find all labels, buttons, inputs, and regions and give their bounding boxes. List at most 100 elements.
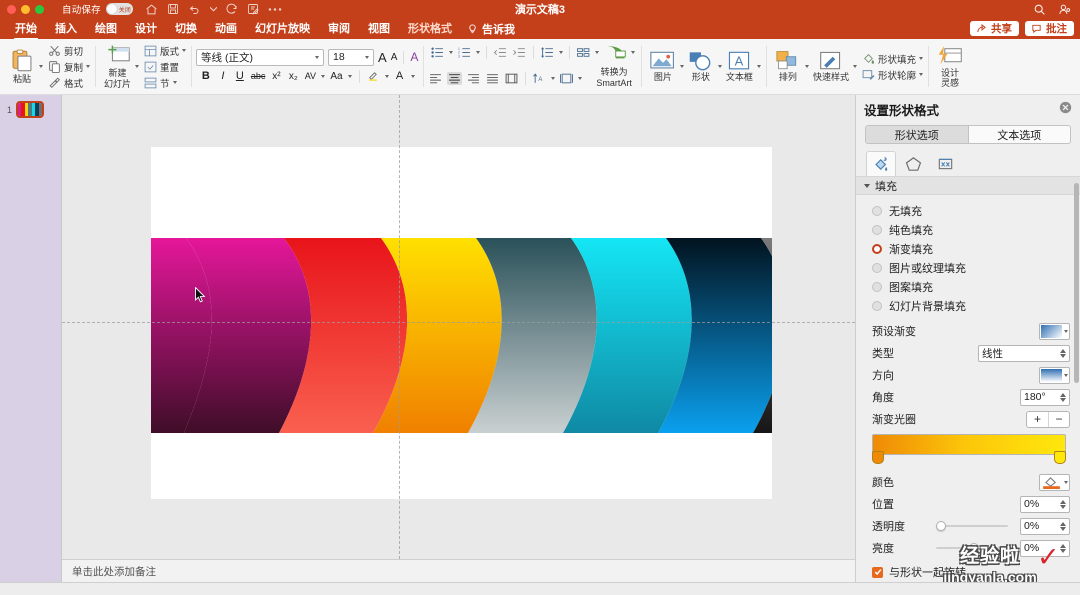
line-spacing-button[interactable] <box>540 46 555 59</box>
tab-draw[interactable]: 绘图 <box>86 18 126 39</box>
comments-button[interactable]: 批注 <box>1025 21 1074 36</box>
font-size-input[interactable]: 18 <box>328 49 374 66</box>
quick-access-toolbar[interactable] <box>145 3 282 16</box>
layout-button[interactable]: 版式 <box>144 44 186 58</box>
print-preview-icon[interactable] <box>247 3 259 15</box>
fill-bucket-icon[interactable] <box>866 151 896 176</box>
increase-font-size-button[interactable]: A <box>378 50 387 65</box>
undo-dropdown-icon[interactable] <box>210 6 217 12</box>
format-painter-button[interactable]: 格式 <box>48 76 90 90</box>
new-slide-button[interactable]: 新建 幻灯片 <box>100 42 135 91</box>
gradient-angle-input[interactable]: 180° <box>1020 389 1070 406</box>
home-icon[interactable] <box>145 3 158 16</box>
pane-scrollbar[interactable] <box>1074 183 1079 383</box>
picture-button[interactable]: 图片 <box>646 48 680 84</box>
font-color-dropdown-icon[interactable] <box>411 75 415 78</box>
title-bar-right-icons[interactable] <box>1033 0 1072 18</box>
copy-button[interactable]: 复制 <box>48 60 90 74</box>
slide-canvas[interactable] <box>151 147 772 499</box>
fill-options-group[interactable]: 无填充 纯色填充 渐变填充 图片或纹理填充 图案填充 幻灯片背景填充 <box>856 195 1080 320</box>
shape-fill-dropdown-icon[interactable] <box>919 57 923 60</box>
distribute-button[interactable] <box>504 72 519 85</box>
tab-design[interactable]: 设计 <box>126 18 166 39</box>
brightness-slider[interactable] <box>936 541 1008 555</box>
pane-segmented-control[interactable]: 形状选项 文本选项 <box>865 125 1071 144</box>
gradient-angle-stepper-icon[interactable] <box>1060 393 1066 402</box>
character-spacing-dropdown-icon[interactable] <box>321 75 325 78</box>
shapes-button[interactable]: 形状 <box>684 48 718 84</box>
tab-view[interactable]: 视图 <box>359 18 399 39</box>
wavy-ribbons-graphic[interactable] <box>151 147 772 499</box>
align-text-button[interactable] <box>559 72 574 85</box>
radio-slide-background-fill[interactable]: 幻灯片背景填充 <box>856 296 1080 315</box>
highlight-dropdown-icon[interactable] <box>385 75 389 78</box>
gradient-stop-controls[interactable]: + − <box>1026 411 1070 428</box>
fill-section-header[interactable]: 填充 <box>856 176 1080 195</box>
gradient-stop-handle-end[interactable] <box>1054 451 1066 464</box>
autosave-toggle[interactable]: 关闭 <box>106 3 133 15</box>
transparency-slider-knob[interactable] <box>936 521 946 531</box>
tab-text-options[interactable]: 文本选项 <box>968 126 1071 143</box>
notes-pane[interactable]: 单击此处添加备注 <box>62 559 855 582</box>
italic-button[interactable]: I <box>217 70 229 83</box>
reset-button[interactable]: 重置 <box>144 60 186 74</box>
design-ideas-button[interactable]: 设计 灵感 <box>933 43 967 91</box>
gradient-stop-handle-start[interactable] <box>872 451 884 464</box>
minimize-window-button[interactable] <box>21 5 30 14</box>
save-icon[interactable] <box>167 3 179 15</box>
tab-slideshow[interactable]: 幻灯片放映 <box>246 18 319 39</box>
radio-pattern-fill[interactable]: 图案填充 <box>856 277 1080 296</box>
quick-styles-dropdown-icon[interactable] <box>853 65 857 68</box>
increase-indent-button[interactable] <box>512 46 527 59</box>
radio-no-fill[interactable]: 无填充 <box>856 201 1080 220</box>
new-slide-dropdown-icon[interactable] <box>135 65 139 68</box>
strikethrough-button[interactable]: abc <box>251 70 266 83</box>
bold-button[interactable]: B <box>200 70 212 83</box>
textbox-dropdown-icon[interactable] <box>757 65 761 68</box>
account-icon[interactable] <box>1058 3 1072 16</box>
preset-gradient-dropdown-icon[interactable] <box>1064 330 1068 333</box>
gradient-position-stepper-icon[interactable] <box>1060 500 1066 509</box>
decrease-indent-button[interactable] <box>493 46 508 59</box>
tab-shape-options[interactable]: 形状选项 <box>866 126 968 143</box>
clear-formatting-button[interactable]: A <box>410 50 418 64</box>
superscript-button[interactable]: x² <box>270 70 282 83</box>
share-button[interactable]: 共享 <box>970 21 1019 36</box>
arrange-button[interactable]: 排列 <box>771 48 805 84</box>
tab-animations[interactable]: 动画 <box>206 18 246 39</box>
window-controls[interactable] <box>0 5 44 14</box>
cut-button[interactable]: 剪切 <box>48 44 90 58</box>
transparency-stepper-icon[interactable] <box>1060 522 1066 531</box>
gradient-color-button[interactable] <box>1039 474 1070 491</box>
slide-editor-area[interactable] <box>62 95 855 582</box>
shape-outline-button[interactable]: 形状轮廓 <box>862 68 923 82</box>
underline-button[interactable]: U <box>234 70 246 83</box>
textbox-button[interactable]: A 文本框 <box>722 48 757 84</box>
tab-shape-format[interactable]: 形状格式 <box>399 18 461 39</box>
brightness-stepper-icon[interactable] <box>1060 544 1066 553</box>
redo-icon[interactable] <box>226 3 238 15</box>
preset-gradient-button[interactable] <box>1039 323 1070 340</box>
radio-picture-texture-fill[interactable]: 图片或纹理填充 <box>856 258 1080 277</box>
slide-thumbnail-pane[interactable]: 1 <box>0 95 62 582</box>
brightness-slider-knob[interactable] <box>969 543 979 553</box>
search-icon[interactable] <box>1033 3 1046 16</box>
radio-gradient-fill[interactable]: 渐变填充 <box>856 239 1080 258</box>
transparency-input[interactable]: 0% <box>1020 518 1070 535</box>
gradient-color-dropdown-icon[interactable] <box>1064 481 1068 484</box>
tab-home[interactable]: 开始 <box>6 18 46 39</box>
tab-transitions[interactable]: 切换 <box>166 18 206 39</box>
gradient-direction-button[interactable] <box>1039 367 1070 384</box>
gradient-type-stepper-icon[interactable] <box>1060 349 1066 358</box>
text-highlight-icon[interactable] <box>367 69 380 85</box>
tab-insert[interactable]: 插入 <box>46 18 86 39</box>
text-direction-button[interactable]: A <box>532 72 547 85</box>
gradient-stop-handles[interactable] <box>872 455 1066 469</box>
subscript-button[interactable]: x₂ <box>287 70 299 83</box>
tab-review[interactable]: 审阅 <box>319 18 359 39</box>
size-layout-icon[interactable] <box>930 151 960 176</box>
section-dropdown-icon[interactable] <box>173 81 177 84</box>
bullets-button[interactable] <box>430 46 445 59</box>
change-case-dropdown-icon[interactable] <box>348 75 352 78</box>
gradient-type-select[interactable]: 线性 <box>978 345 1070 362</box>
